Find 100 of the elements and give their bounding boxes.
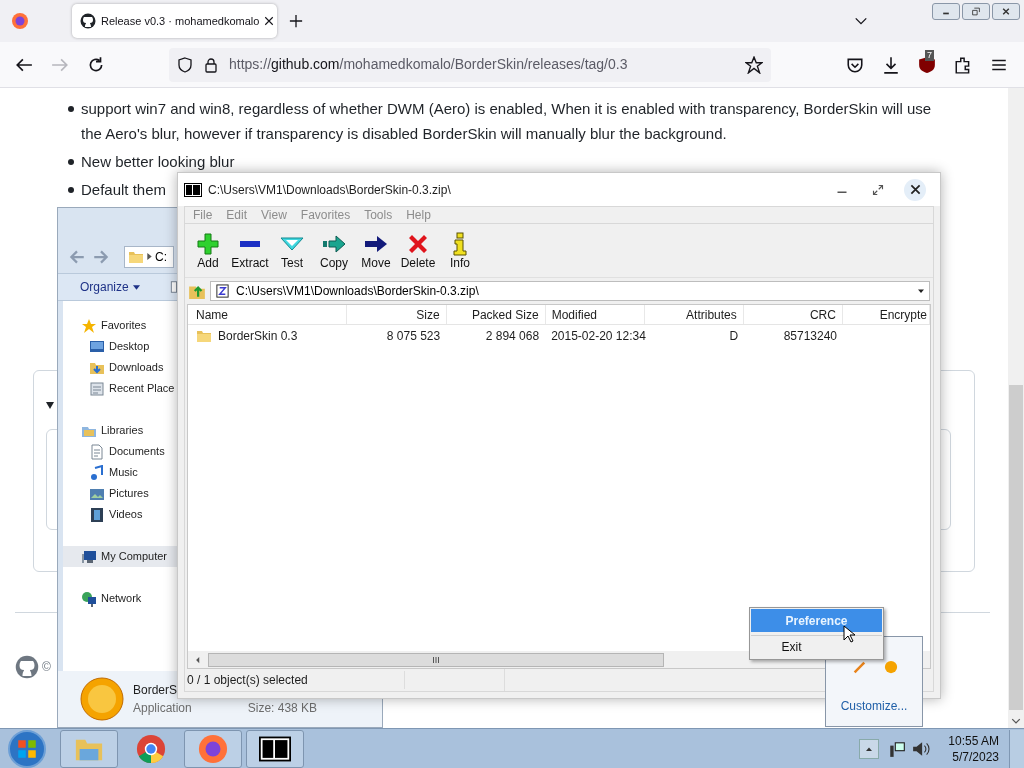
recent-places-icon xyxy=(89,380,105,397)
column-header[interactable]: CRC xyxy=(743,305,843,324)
download-icon[interactable] xyxy=(882,55,900,74)
chevron-right-icon xyxy=(147,253,152,260)
tab-title: Release v0.3 · mohamedkomalo xyxy=(101,13,260,29)
table-cell-text: 8 075 523 xyxy=(385,328,442,345)
dropdown-caret-icon xyxy=(917,287,925,295)
puzzle-icon[interactable] xyxy=(954,55,972,74)
nav-item[interactable]: Documents xyxy=(63,441,177,462)
url-field[interactable]: https://github.com/mohamedkomalo/BorderSkin/releases/tag/0.3 xyxy=(169,47,771,82)
folder-icon xyxy=(196,328,212,344)
scrollbar-thumb[interactable] xyxy=(208,652,664,667)
nav-item[interactable]: Libraries xyxy=(63,420,177,441)
maximize-icon[interactable] xyxy=(872,183,884,196)
star-icon xyxy=(81,317,97,334)
scrollbar-thumb[interactable] xyxy=(1009,385,1023,710)
toolbar-button[interactable]: Add xyxy=(187,230,229,271)
browser-tab[interactable]: Release v0.3 · mohamedkomalo xyxy=(72,4,277,38)
column-header[interactable]: Name xyxy=(188,305,348,324)
table-cell-text: 2015-02-20 12:34 xyxy=(550,328,646,345)
lock-icon xyxy=(203,56,219,73)
shield-icon[interactable] xyxy=(177,56,193,73)
minus-icon xyxy=(238,241,262,247)
music-note-icon xyxy=(89,464,105,481)
column-header[interactable]: Encrypte xyxy=(842,305,931,324)
scroll-down-icon[interactable] xyxy=(1011,716,1021,726)
toolbar-button[interactable]: Copy xyxy=(313,230,355,271)
release-note: Default them xyxy=(81,180,167,200)
nav-item[interactable]: Favorites xyxy=(63,315,177,336)
window-title: C:\Users\VM1\Downloads\BorderSkin-0.3.zip\ xyxy=(208,181,452,199)
network-icon[interactable] xyxy=(888,739,907,758)
nav-item[interactable]: My Computer xyxy=(63,546,177,567)
github-logo-icon[interactable] xyxy=(15,655,39,679)
toolbar-button[interactable]: Delete xyxy=(397,230,439,271)
archiver-task[interactable] xyxy=(246,729,304,768)
document-icon xyxy=(89,443,105,460)
close-button[interactable] xyxy=(904,178,926,201)
star-icon[interactable] xyxy=(745,55,763,74)
grip-icon xyxy=(432,655,440,664)
bullet-icon xyxy=(67,105,75,113)
table-cell-text: 85713240 xyxy=(782,328,838,345)
browser-logo-icon xyxy=(11,12,29,30)
copyright-text: © xyxy=(42,659,51,676)
computer-icon xyxy=(81,548,97,565)
disclosure-triangle-icon[interactable] xyxy=(46,401,54,409)
column-header[interactable]: Packed Size xyxy=(446,305,546,324)
start-button[interactable] xyxy=(8,729,46,768)
firefox-task[interactable] xyxy=(184,729,242,768)
app-logo-icon xyxy=(184,182,202,197)
nav-item[interactable]: Videos xyxy=(63,504,177,525)
app-logo-icon xyxy=(259,735,291,762)
github-logo-icon xyxy=(80,13,96,29)
nav-item[interactable]: Desktop xyxy=(63,336,177,357)
close-icon[interactable] xyxy=(264,16,275,26)
column-header[interactable]: Attributes xyxy=(644,305,744,324)
nav-item[interactable]: Recent Place xyxy=(63,378,177,399)
column-header[interactable]: Modified xyxy=(545,305,645,324)
bullet-icon xyxy=(67,186,75,194)
table-cell-text: 2 894 068 xyxy=(484,328,541,345)
nav-item[interactable]: Pictures xyxy=(63,483,177,504)
nav-item[interactable]: Downloads xyxy=(63,357,177,378)
browser-logo-icon xyxy=(198,733,228,764)
close-icon[interactable] xyxy=(1001,7,1011,16)
film-icon xyxy=(89,506,105,523)
windows-logo-icon xyxy=(17,738,37,759)
address-field[interactable]: C: xyxy=(124,245,174,268)
toolbar-button[interactable]: Move xyxy=(355,230,397,271)
plus-icon[interactable] xyxy=(289,14,303,28)
zip-file-icon xyxy=(215,283,230,299)
toolbar-button[interactable]: Extract xyxy=(229,230,271,271)
bullet-icon xyxy=(67,158,75,166)
extension-badge: 7 xyxy=(925,49,934,61)
mouse-cursor-icon xyxy=(843,625,855,643)
release-note: support win7 and win8, regardless of whether DWM (Aero) is enabled, When it is enabled with transparency, BorderSkin will use the Aero's blur, however if transparency is disabled BorderSkin will manually blur the background. xyxy=(81,99,933,144)
clock[interactable]: 10:55 AM 5/7/2023 xyxy=(948,732,999,765)
reload-icon[interactable] xyxy=(87,55,105,74)
toolbar-button[interactable]: Test xyxy=(271,230,313,271)
monitor-icon xyxy=(89,338,105,355)
view-icon[interactable] xyxy=(169,280,177,294)
show-hidden-icons-button[interactable] xyxy=(859,738,880,759)
table-cell: BorderSkin 0.3 xyxy=(188,327,348,345)
customize-link[interactable]: Customize... xyxy=(840,697,908,715)
plus-icon xyxy=(196,232,220,256)
close-icon xyxy=(909,184,921,195)
coin-logo-icon xyxy=(884,660,898,674)
arrow-right-icon xyxy=(322,232,346,256)
nav-item[interactable]: Network xyxy=(63,588,177,609)
column-header[interactable]: Size xyxy=(347,305,447,324)
chrome-logo-icon xyxy=(136,733,166,764)
organize-menu[interactable]: Organize xyxy=(80,278,140,296)
coin-logo-icon xyxy=(80,677,124,721)
toolbar-button[interactable]: Info xyxy=(439,230,481,271)
path-field[interactable]: C:\Users\VM1\Downloads\BorderSkin-0.3.zip\ xyxy=(210,281,930,301)
file-type: Application xyxy=(133,700,192,717)
file-size: Size: 438 KB xyxy=(247,700,318,717)
network-icon xyxy=(81,590,97,607)
caret-down-icon xyxy=(132,284,140,290)
nav-item[interactable]: Music xyxy=(63,462,177,483)
status-text: 0 / 1 object(s) selected xyxy=(185,671,405,689)
restore-icon[interactable] xyxy=(971,7,981,16)
